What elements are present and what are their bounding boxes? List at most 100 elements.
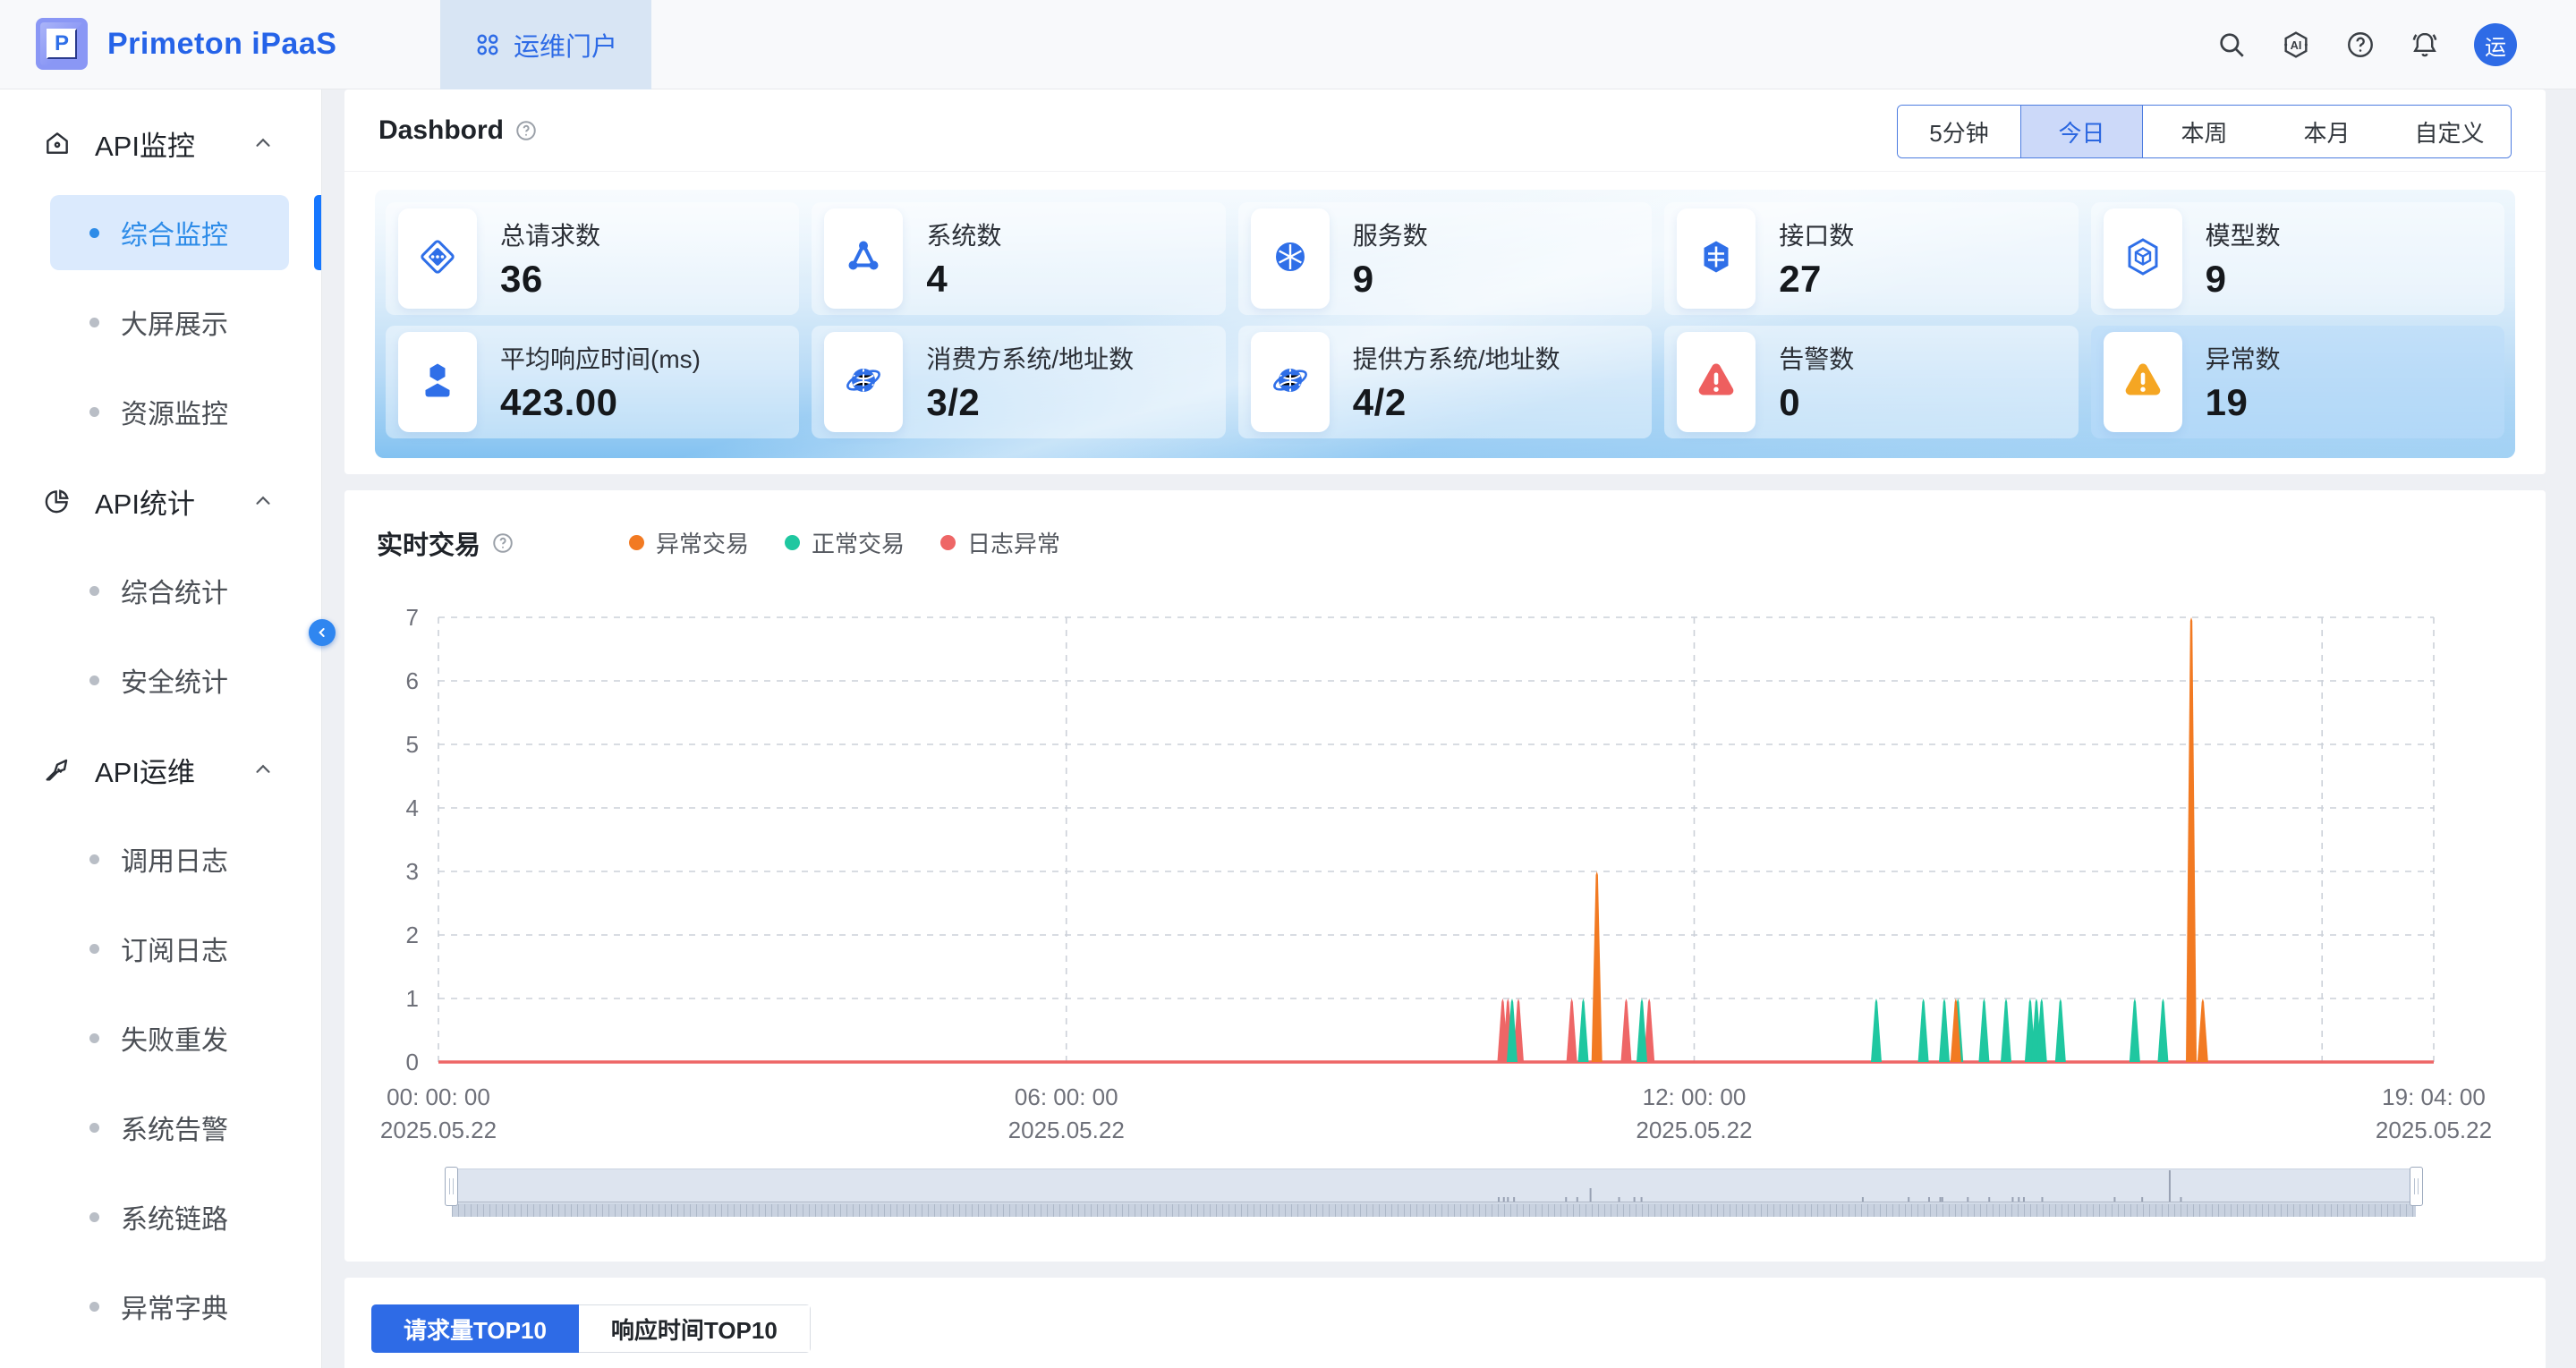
bullet-dot-icon xyxy=(89,676,99,685)
sidebar-item-系统告警[interactable]: 系统告警 xyxy=(0,1083,321,1172)
realtime-line-chart[interactable]: 0123456700: 00: 002025.05.2206: 00: 0020… xyxy=(344,607,2546,1161)
stat-label: 接口数 xyxy=(1779,217,1854,252)
sidebar-item-大屏展示[interactable]: 大屏展示 xyxy=(0,277,321,367)
stat-value: 0 xyxy=(1779,381,1854,424)
sidebar-item-失败重发[interactable]: 失败重发 xyxy=(0,993,321,1083)
stat-label: 模型数 xyxy=(2206,217,2281,252)
sidebar-item-pill[interactable]: 安全统计 xyxy=(50,642,289,718)
bullet-dot-icon xyxy=(89,407,99,417)
bullet-dot-icon xyxy=(89,944,99,954)
chevron-up-icon[interactable] xyxy=(251,489,275,513)
datazoom-track[interactable] xyxy=(452,1168,2416,1204)
stat-label: 总请求数 xyxy=(500,217,600,252)
sidebar-group-API监控[interactable]: API监控 xyxy=(0,98,321,188)
user-avatar[interactable]: 运 xyxy=(2474,23,2517,66)
system-icon xyxy=(842,235,885,283)
time-filter-自定义[interactable]: 自定义 xyxy=(2388,106,2511,157)
bullet-dot-icon xyxy=(89,1123,99,1133)
chart-legend: 异常交易 正常交易 日志异常 xyxy=(629,526,1060,559)
svg-text:0: 0 xyxy=(406,1049,419,1075)
sidebar-item-资源监控[interactable]: 资源监控 xyxy=(0,367,321,456)
sidebar-group-label: API监控 xyxy=(95,123,251,164)
bell-icon[interactable] xyxy=(2410,30,2440,60)
alarm-warning-icon xyxy=(1695,359,1738,406)
sidebar-group-API运维[interactable]: API运维 xyxy=(0,725,321,814)
chevron-left-icon xyxy=(315,625,329,640)
sidebar-item-label: 资源监控 xyxy=(121,392,228,431)
sidebar-item-label: 大屏展示 xyxy=(121,302,228,342)
legend-item-日志异常[interactable]: 日志异常 xyxy=(940,526,1060,559)
sidebar-item-异常字典[interactable]: 异常字典 xyxy=(0,1262,321,1351)
help-icon[interactable] xyxy=(2345,30,2376,60)
sidebar-item-pill[interactable]: 系统链路 xyxy=(50,1179,289,1254)
datazoom-slider[interactable] xyxy=(452,1168,2416,1217)
dashboard-card: Dashbord 5分钟今日本周本月自定义 总请求数36系统数4服务数9接口数2… xyxy=(344,89,2546,474)
stat-card-模型数: 模型数9 xyxy=(2091,202,2504,315)
datazoom-mini-profile xyxy=(453,1169,2415,1203)
screen: P Primeton iPaaS 运维门户 AI xyxy=(0,0,2576,1368)
stat-text: 告警数 0 xyxy=(1779,340,1854,424)
ops-tool-icon xyxy=(43,755,72,784)
active-item-indicator-bar xyxy=(314,195,321,270)
sidebar-item-pill[interactable]: 失败重发 xyxy=(50,1000,289,1075)
datazoom-left-handle[interactable] xyxy=(445,1167,458,1206)
sidebar-item-调用日志[interactable]: 调用日志 xyxy=(0,814,321,904)
time-filter-本周[interactable]: 本周 xyxy=(2143,106,2266,157)
sidebar-item-pill[interactable]: 综合监控 xyxy=(50,195,289,270)
stat-label: 平均响应时间(ms) xyxy=(500,340,701,376)
datazoom-right-handle[interactable] xyxy=(2410,1167,2423,1206)
search-icon[interactable] xyxy=(2216,30,2247,60)
stat-value: 19 xyxy=(2206,381,2281,424)
sidebar-item-综合监控[interactable]: 综合监控 xyxy=(0,188,321,277)
dashboard-help-icon[interactable] xyxy=(514,119,538,142)
stat-card-消费方系统/地址数: 消费方系统/地址数3/2 xyxy=(812,326,1225,438)
tab-ops-portal[interactable]: 运维门户 xyxy=(440,0,651,89)
svg-text:19: 04: 00: 19: 04: 00 xyxy=(2382,1083,2486,1110)
sidebar-item-pill[interactable]: 综合统计 xyxy=(50,553,289,628)
bullet-dot-icon xyxy=(89,1033,99,1043)
sidebar-item-label: 综合统计 xyxy=(121,571,228,610)
sidebar-item-pill[interactable]: 大屏展示 xyxy=(50,285,289,360)
sidebar-item-pill[interactable]: 系统告警 xyxy=(50,1090,289,1165)
tab-ops-portal-label: 运维门户 xyxy=(514,26,617,64)
svg-text:2025.05.22: 2025.05.22 xyxy=(1636,1117,1752,1143)
chevron-up-icon[interactable] xyxy=(251,132,275,155)
sidebar-item-系统链路[interactable]: 系统链路 xyxy=(0,1172,321,1262)
model-icon xyxy=(2121,235,2164,283)
tab-请求量TOP10[interactable]: 请求量TOP10 xyxy=(371,1304,579,1353)
sidebar-item-安全统计[interactable]: 安全统计 xyxy=(0,635,321,725)
sidebar-item-pill[interactable]: 资源监控 xyxy=(50,374,289,449)
logo-letter: P xyxy=(47,29,77,59)
time-filter-5分钟[interactable]: 5分钟 xyxy=(1898,106,2020,157)
sidebar-item-pill[interactable]: 调用日志 xyxy=(50,821,289,896)
sidebar-item-pill[interactable]: 异常字典 xyxy=(50,1269,289,1344)
logo-icon: P xyxy=(36,18,88,70)
time-filter-本月[interactable]: 本月 xyxy=(2266,106,2388,157)
chevron-up-icon[interactable] xyxy=(251,758,275,781)
stats-panel: 总请求数36系统数4服务数9接口数27模型数9 平均响应时间(ms)423.00… xyxy=(375,190,2515,458)
sidebar-collapse-button[interactable] xyxy=(309,619,336,646)
top10-card: 请求量TOP10响应时间TOP10 xyxy=(344,1278,2546,1368)
stat-card-总请求数: 总请求数36 xyxy=(386,202,799,315)
svg-text:6: 6 xyxy=(406,667,419,694)
stat-label: 告警数 xyxy=(1779,340,1854,376)
sidebar-item-综合统计[interactable]: 综合统计 xyxy=(0,546,321,635)
legend-item-异常交易[interactable]: 异常交易 xyxy=(629,526,749,559)
time-filter-今日[interactable]: 今日 xyxy=(2020,106,2143,157)
page-title: Dashbord xyxy=(378,115,504,146)
sidebar-item-pill[interactable]: 订阅日志 xyxy=(50,911,289,986)
sidebar-item-label: 综合监控 xyxy=(121,213,228,252)
svg-text:7: 7 xyxy=(406,607,419,631)
svg-text:2025.05.22: 2025.05.22 xyxy=(1008,1117,1125,1143)
legend-item-正常交易[interactable]: 正常交易 xyxy=(785,526,905,559)
realtime-help-icon[interactable] xyxy=(491,531,514,555)
stat-text: 接口数27 xyxy=(1779,217,1854,301)
header-actions: AI 运 xyxy=(2216,0,2517,89)
svg-text:00: 00: 00: 00: 00: 00 xyxy=(387,1083,490,1110)
stat-text: 平均响应时间(ms)423.00 xyxy=(500,340,701,424)
sidebar-item-订阅日志[interactable]: 订阅日志 xyxy=(0,904,321,993)
tab-响应时间TOP10[interactable]: 响应时间TOP10 xyxy=(579,1304,811,1353)
svg-text:12: 00: 00: 12: 00: 00 xyxy=(1643,1083,1747,1110)
sidebar-group-API统计[interactable]: API统计 xyxy=(0,456,321,546)
ai-assistant-icon[interactable]: AI xyxy=(2281,30,2311,60)
